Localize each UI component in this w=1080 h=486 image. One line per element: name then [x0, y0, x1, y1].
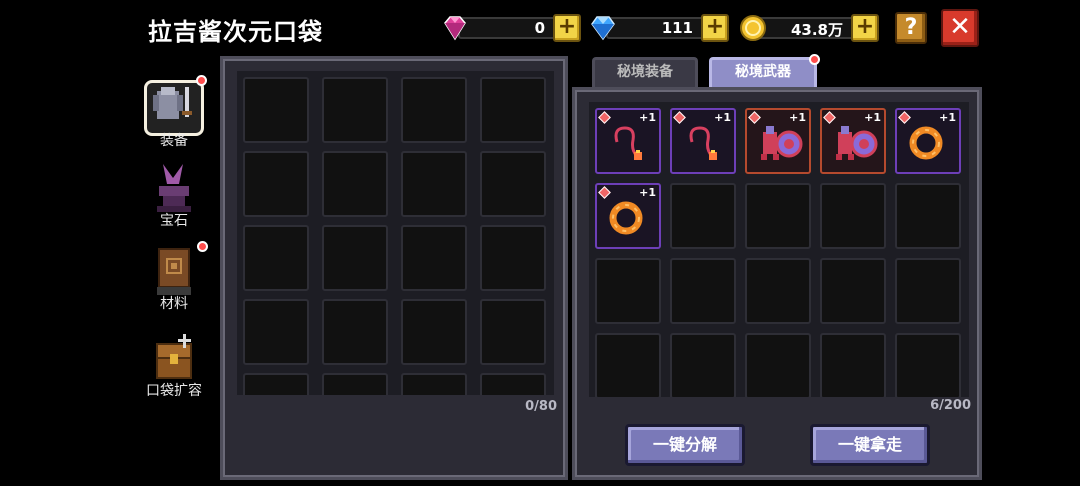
empty-slot[interactable] [243, 299, 309, 365]
empty-slot[interactable] [480, 299, 546, 365]
sidebar-item-label: 宝石 [160, 213, 188, 229]
whip-item-slot[interactable]: +1 [595, 108, 661, 174]
pink-gem-value: 0 [534, 19, 545, 37]
weapons-tab-badge [809, 54, 820, 65]
empty-slot[interactable] [401, 299, 467, 365]
sidebar-item-equipment[interactable]: 装备 [138, 75, 210, 150]
dungeon-loot-panel: +1 +1 +1 +1 +1 +1 6/200 [572, 87, 982, 480]
chest-icon [156, 334, 192, 379]
sidebar-item-materials[interactable]: 材料 [138, 241, 210, 313]
gold-coin-counter: 43.8万 + [738, 12, 883, 44]
empty-slot[interactable] [820, 183, 886, 249]
materials-badge [197, 241, 208, 252]
close-button[interactable]: ✕ [941, 9, 979, 47]
whip-icon [678, 120, 728, 170]
add-pink-gem-button[interactable]: + [553, 14, 581, 42]
empty-slot[interactable] [670, 183, 736, 249]
page-title: 拉吉酱次元口袋 [148, 18, 323, 46]
tab-secret-weapons[interactable]: 秘境武器 [709, 54, 820, 87]
empty-slot[interactable] [401, 373, 467, 395]
equipment-badge [196, 75, 207, 86]
empty-slot[interactable] [243, 225, 309, 291]
empty-slot[interactable] [322, 151, 388, 217]
empty-slot[interactable] [322, 373, 388, 395]
shield-item-slot[interactable]: +1 [820, 108, 886, 174]
empty-slot[interactable] [243, 77, 309, 143]
empty-slot[interactable] [745, 258, 811, 324]
empty-slot[interactable] [243, 151, 309, 217]
armor-icon [153, 87, 192, 119]
empty-slot[interactable] [895, 333, 961, 397]
sidebar-item-label: 口袋扩容 [146, 383, 202, 399]
empty-slot[interactable] [401, 151, 467, 217]
add-blue-gem-button[interactable]: + [701, 14, 729, 42]
empty-slot[interactable] [595, 258, 661, 324]
empty-slot[interactable] [322, 225, 388, 291]
sidebar-item-label: 装备 [160, 133, 188, 149]
ring-icon [603, 195, 649, 245]
blue-gem-counter: 111 + [588, 12, 733, 44]
empty-slot[interactable] [401, 77, 467, 143]
loot-grid: +1 +1 +1 +1 +1 +1 [589, 102, 969, 397]
ring-item-slot[interactable]: +1 [595, 183, 661, 249]
pink-gem-icon [444, 16, 466, 41]
empty-slot[interactable] [480, 373, 546, 395]
empty-slot[interactable] [480, 151, 546, 217]
empty-slot[interactable] [480, 77, 546, 143]
shield-icon [828, 120, 884, 174]
empty-slot[interactable] [670, 333, 736, 397]
empty-slot[interactable] [670, 258, 736, 324]
sidebar-item-gems[interactable]: 宝石 [138, 160, 210, 230]
tab-secret-equipment[interactable]: 秘境装备 [592, 57, 698, 87]
sidebar-item-label: 材料 [160, 296, 188, 312]
tab-label: 秘境武器 [735, 64, 791, 80]
pink-gem-counter: 0 + [440, 12, 585, 44]
shield-item-slot[interactable]: +1 [745, 108, 811, 174]
book-icon [157, 248, 191, 295]
take-all-button[interactable]: 一键拿走 [810, 424, 930, 466]
shield-icon [753, 120, 809, 174]
blue-gem-value: 111 [661, 19, 693, 37]
ring-item-slot[interactable]: +1 [895, 108, 961, 174]
empty-slot[interactable] [895, 183, 961, 249]
gold-coin-value: 43.8万 [790, 21, 843, 39]
empty-slot[interactable] [480, 225, 546, 291]
empty-slot[interactable] [595, 333, 661, 397]
loot-count: 6/200 [930, 398, 971, 413]
help-button[interactable]: ? [895, 12, 927, 44]
empty-slot[interactable] [401, 225, 467, 291]
empty-slot[interactable] [745, 183, 811, 249]
pocket-storage-panel: 0/80 [220, 56, 568, 480]
pocket-grid [237, 71, 554, 395]
whip-icon [603, 120, 653, 170]
ring-icon [903, 120, 949, 170]
empty-slot[interactable] [820, 333, 886, 397]
gold-coin-icon [740, 15, 766, 41]
gem-anvil-icon [157, 164, 191, 212]
empty-slot[interactable] [745, 333, 811, 397]
empty-slot[interactable] [322, 77, 388, 143]
blue-gem-icon [591, 16, 615, 41]
empty-slot[interactable] [322, 299, 388, 365]
sidebar-item-expand-pocket[interactable]: 口袋扩容 [138, 330, 210, 400]
empty-slot[interactable] [243, 373, 309, 395]
add-gold-button[interactable]: + [851, 14, 879, 42]
pocket-count: 0/80 [525, 399, 557, 414]
decompose-all-button[interactable]: 一键分解 [625, 424, 745, 466]
empty-slot[interactable] [820, 258, 886, 324]
empty-slot[interactable] [895, 258, 961, 324]
whip-item-slot[interactable]: +1 [670, 108, 736, 174]
